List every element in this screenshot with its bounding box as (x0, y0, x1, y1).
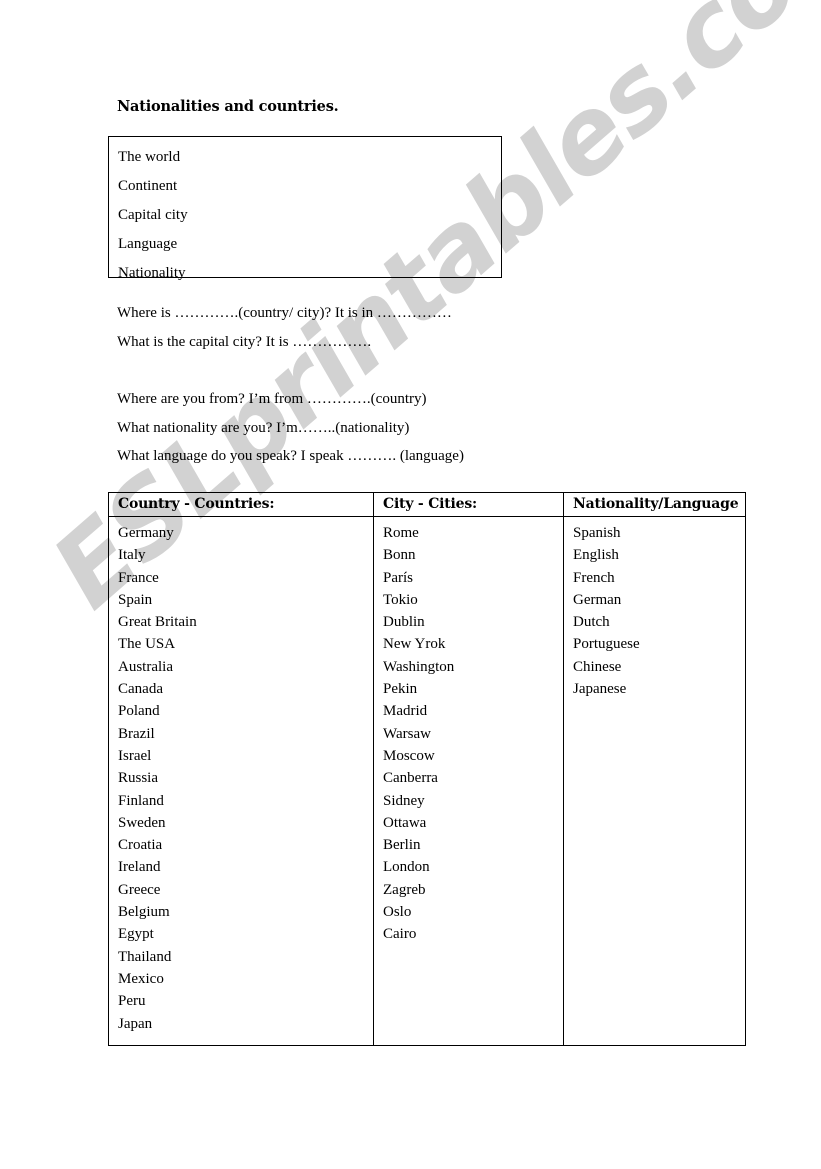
list-item: Great Britain (118, 614, 197, 631)
list-item: The world (118, 149, 181, 165)
list-item: Oslo (383, 904, 412, 921)
list-item: Spanish (573, 525, 621, 541)
list-item: Portuguese (573, 636, 640, 653)
cell-nationalities: Spanish English French German Dutch Port… (563, 516, 746, 1046)
list-item: Cairo (383, 926, 417, 943)
table-row: Germany Italy France Spain Great Britain… (108, 516, 746, 1046)
list-item: Germany (118, 525, 174, 541)
list-item: Warsaw (383, 725, 431, 742)
list-item: Russia (118, 770, 159, 787)
list-item: Belgium (118, 904, 170, 921)
list-item: English (573, 547, 619, 564)
list-item: French (573, 569, 615, 586)
country-list: Germany Italy France Spain Great Britain… (118, 522, 373, 1035)
list-item: Dublin (383, 614, 425, 631)
list-item: The USA (118, 636, 176, 653)
list-item: Nationality (118, 265, 186, 281)
question-group-location: Where is ………….(country/ city)? It is in … (117, 299, 452, 356)
list-item: Canberra (383, 770, 438, 787)
list-item: Moscow (383, 747, 435, 764)
question-group-personal: Where are you from? I’m from ………….(count… (117, 385, 464, 471)
vocabulary-box: The world Continent Capital city Languag… (108, 136, 502, 281)
table-header-row: Country - Countries: City - Cities: Nati… (108, 492, 746, 517)
list-item: Pekin (383, 681, 418, 698)
nationality-list: Spanish English French German Dutch Port… (573, 522, 745, 700)
list-item: Italy (118, 547, 146, 564)
list-item: Rome (383, 525, 419, 541)
list-item: Chinese (573, 658, 622, 675)
list-item: Israel (118, 747, 152, 764)
cell-cities: Rome Bonn París Tokio Dublin New Yrok Wa… (373, 516, 564, 1046)
column-header-country: Country - Countries: (108, 492, 374, 517)
list-item: London (383, 859, 430, 876)
list-item: Dutch (573, 614, 610, 631)
vocabulary-list: The world Continent Capital city Languag… (109, 137, 501, 288)
question-line: What nationality are you? I’m……..(nation… (117, 419, 410, 436)
list-item: París (383, 569, 413, 586)
list-item: Finland (118, 792, 164, 809)
question-line: What is the capital city? It is ……………. (117, 333, 372, 350)
column-header-nationality: Nationality/Language (563, 492, 746, 517)
list-item: Madrid (383, 703, 428, 720)
list-item: Spain (118, 591, 153, 608)
list-item: Bonn (383, 547, 416, 564)
list-item: Egypt (118, 926, 154, 943)
list-item: Peru (118, 993, 146, 1010)
column-header-city: City - Cities: (373, 492, 564, 517)
list-item: Canada (118, 681, 163, 698)
question-line: Where is ………….(country/ city)? It is in … (117, 305, 452, 321)
list-item: Greece (118, 881, 161, 898)
list-item: Japan (118, 1015, 153, 1032)
list-item: Sweden (118, 814, 166, 831)
list-item: Language (118, 236, 178, 252)
list-item: Tokio (383, 591, 418, 608)
list-item: Mexico (118, 970, 164, 987)
list-item: Capital city (118, 207, 188, 223)
cell-countries: Germany Italy France Spain Great Britain… (108, 516, 374, 1046)
list-item: Berlin (383, 837, 421, 854)
vocabulary-table: Country - Countries: City - Cities: Nati… (108, 492, 746, 1046)
question-line: Where are you from? I’m from ………….(count… (117, 391, 427, 407)
list-item: Ireland (118, 859, 161, 876)
list-item: German (573, 591, 622, 608)
page-title: Nationalities and countries. (117, 98, 339, 115)
list-item: Thailand (118, 948, 172, 965)
list-item: Zagreb (383, 881, 426, 898)
list-item: Croatia (118, 837, 163, 854)
list-item: Ottawa (383, 814, 427, 831)
list-item: Japanese (573, 681, 627, 698)
list-item: Sidney (383, 792, 425, 809)
worksheet-page: ESLprintables.com Nationalities and coun… (0, 0, 821, 1169)
city-list: Rome Bonn París Tokio Dublin New Yrok Wa… (383, 522, 563, 946)
list-item: Poland (118, 703, 160, 720)
question-line: What language do you speak? I speak ……….… (117, 448, 464, 464)
list-item: New Yrok (383, 636, 446, 653)
list-item: Brazil (118, 725, 155, 742)
list-item: Washington (383, 658, 455, 675)
list-item: France (118, 569, 159, 586)
list-item: Australia (118, 658, 173, 675)
list-item: Continent (118, 178, 178, 194)
